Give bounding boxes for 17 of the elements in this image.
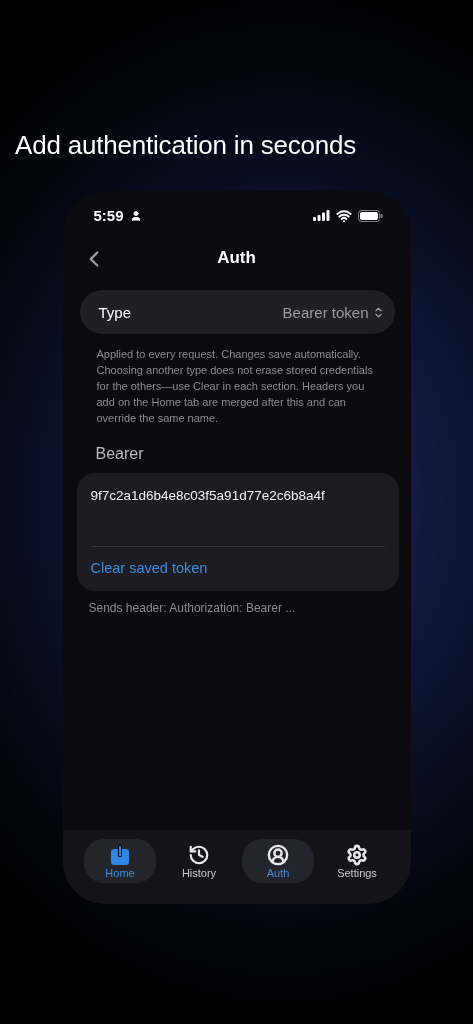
status-time: 5:59	[93, 207, 124, 224]
type-picker[interactable]: Type Bearer token	[79, 290, 395, 334]
wifi-icon	[335, 207, 352, 224]
screen-title: Auth	[217, 248, 256, 268]
headline: Add authentication in seconds	[14, 130, 357, 161]
battery-icon	[357, 209, 383, 222]
token-field[interactable]: 9f7c2a1d6b4e8c03f5a91d77e2c6b8a4f	[90, 485, 385, 505]
tab[interactable]: Auth	[242, 839, 314, 883]
person-icon	[129, 209, 142, 222]
tab[interactable]: Settings	[321, 839, 393, 883]
tab[interactable]: History	[163, 839, 235, 883]
tab[interactable]: Home	[84, 839, 156, 883]
signal-icon	[312, 210, 330, 221]
header-note: Sends header: Authorization: Bearer ...	[88, 601, 297, 615]
section-title: Bearer	[95, 445, 145, 463]
help-text: Applied to every request. Changes save automatically. Choosing another type does not erase stored credentials for the others—use Clear in each section. Headers you add on the Home tab are merged after this and can override the same name.	[96, 347, 374, 426]
clear-token-link[interactable]: Clear saved token	[90, 560, 208, 576]
